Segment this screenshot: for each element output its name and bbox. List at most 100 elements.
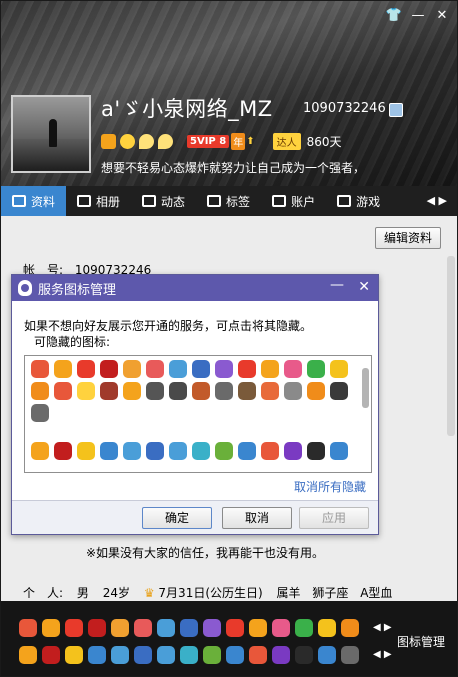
candy-pink-icon[interactable]: [284, 360, 302, 378]
moon-icon[interactable]: [158, 134, 173, 149]
candy3-icon[interactable]: [215, 382, 233, 400]
tab-scroll-arrows[interactable]: ◀ ▶: [427, 194, 447, 207]
mickey-icon[interactable]: [307, 442, 325, 460]
book-icon[interactable]: [261, 360, 279, 378]
u-icon[interactable]: [42, 646, 60, 664]
hideable-icon-list[interactable]: [24, 355, 372, 473]
qq-show-icon[interactable]: [100, 360, 118, 378]
medal-icon[interactable]: [330, 360, 348, 378]
close-icon[interactable]: ✕: [433, 7, 451, 25]
shirt-icon[interactable]: 👕: [385, 7, 403, 25]
ok-button[interactable]: 确定: [142, 507, 212, 529]
icon-row-arrows[interactable]: ◀ ▶: [373, 622, 392, 633]
content-scrollbar[interactable]: [447, 256, 455, 436]
dialog-close-icon[interactable]: ✕: [358, 279, 370, 295]
candy-pink-icon[interactable]: [272, 619, 290, 637]
pet2-icon[interactable]: [123, 360, 141, 378]
bag-icon[interactable]: [249, 646, 267, 664]
crown-icon[interactable]: [101, 134, 116, 149]
diamond-purple-icon[interactable]: [215, 360, 233, 378]
vip-badge[interactable]: 5VIP 8 年 ⬆: [187, 133, 255, 150]
diamond-red-icon[interactable]: [65, 619, 83, 637]
diamond-blue-icon[interactable]: [157, 619, 175, 637]
sun-icon[interactable]: [120, 134, 135, 149]
diamond-green-icon[interactable]: [307, 360, 325, 378]
face-icon[interactable]: [169, 382, 187, 400]
gift-icon[interactable]: [203, 646, 221, 664]
card-blue-icon[interactable]: [123, 442, 141, 460]
icon-list-scrollbar[interactable]: [362, 368, 369, 408]
diamond-green-icon[interactable]: [295, 619, 313, 637]
graduation-icon[interactable]: [146, 442, 164, 460]
notebook-icon[interactable]: [157, 646, 175, 664]
cancel-button[interactable]: 取消: [222, 507, 292, 529]
icon-row-arrows[interactable]: ◀ ▶: [373, 649, 392, 660]
sparkle-icon[interactable]: [284, 442, 302, 460]
music-icon[interactable]: [88, 646, 106, 664]
tab-games[interactable]: 游戏: [326, 186, 391, 216]
medal2-icon[interactable]: [19, 646, 37, 664]
circle-blue2-icon[interactable]: [330, 442, 348, 460]
arrow-down-icon[interactable]: [238, 360, 256, 378]
ball-icon[interactable]: [226, 646, 244, 664]
diamond-blue-icon[interactable]: [169, 360, 187, 378]
fish-icon[interactable]: [341, 619, 359, 637]
candy4-icon[interactable]: [238, 382, 256, 400]
penguin-icon[interactable]: [146, 382, 164, 400]
ball-icon[interactable]: [238, 442, 256, 460]
circle-blue2-icon[interactable]: [318, 646, 336, 664]
candy6-icon[interactable]: [284, 382, 302, 400]
pet-icon[interactable]: [42, 619, 60, 637]
face2-icon[interactable]: [330, 382, 348, 400]
qzone-icon[interactable]: [389, 103, 403, 117]
u-icon[interactable]: [54, 442, 72, 460]
graduation-icon[interactable]: [134, 646, 152, 664]
circle-blue-icon[interactable]: [180, 646, 198, 664]
icon-manage-button[interactable]: 图标管理: [397, 633, 445, 650]
rocket-icon[interactable]: [54, 382, 72, 400]
candy-icon[interactable]: [134, 619, 152, 637]
candy-icon[interactable]: [146, 360, 164, 378]
arrow-down-icon[interactable]: [226, 619, 244, 637]
fish-icon[interactable]: [31, 382, 49, 400]
pet2-icon[interactable]: [111, 619, 129, 637]
diamond-purple-icon[interactable]: [203, 619, 221, 637]
tab-profile[interactable]: 资料: [1, 186, 67, 216]
pet-icon[interactable]: [54, 360, 72, 378]
notebook-icon[interactable]: [169, 442, 187, 460]
qq-show-icon[interactable]: [88, 619, 106, 637]
show-all-link[interactable]: 取消所有隐藏: [294, 478, 366, 495]
moon-icon[interactable]: [139, 134, 154, 149]
medal2-icon[interactable]: [31, 442, 49, 460]
diamond-yellow-icon[interactable]: [77, 382, 95, 400]
sparkle-icon[interactable]: [272, 646, 290, 664]
candy2-icon[interactable]: [192, 382, 210, 400]
tab-album[interactable]: 相册: [66, 186, 131, 216]
star-icon[interactable]: [192, 360, 210, 378]
card-blue-icon[interactable]: [111, 646, 129, 664]
music-icon[interactable]: [100, 442, 118, 460]
circle-blue-icon[interactable]: [192, 442, 210, 460]
apply-button[interactable]: 应用: [299, 507, 369, 529]
gift-icon[interactable]: [215, 442, 233, 460]
heart-icon[interactable]: [31, 360, 49, 378]
heart-icon[interactable]: [19, 619, 37, 637]
cloud-icon[interactable]: [341, 646, 359, 664]
tab-tags[interactable]: 标签: [196, 186, 261, 216]
cloud-icon[interactable]: [31, 404, 49, 422]
pet3-icon[interactable]: [123, 382, 141, 400]
tab-account[interactable]: 账户: [261, 186, 326, 216]
candy5-icon[interactable]: [261, 382, 279, 400]
avatar[interactable]: [11, 95, 91, 173]
book-icon[interactable]: [249, 619, 267, 637]
diamond-red-icon[interactable]: [77, 360, 95, 378]
tab-feed[interactable]: 动态: [131, 186, 196, 216]
fish2-icon[interactable]: [307, 382, 325, 400]
star2-icon[interactable]: [77, 442, 95, 460]
minimize-icon[interactable]: —: [409, 7, 427, 25]
daren-badge[interactable]: 达人 860天: [272, 133, 341, 150]
star2-icon[interactable]: [65, 646, 83, 664]
star-icon[interactable]: [180, 619, 198, 637]
dialog-minimize-icon[interactable]: —: [330, 277, 344, 293]
mickey-icon[interactable]: [295, 646, 313, 664]
